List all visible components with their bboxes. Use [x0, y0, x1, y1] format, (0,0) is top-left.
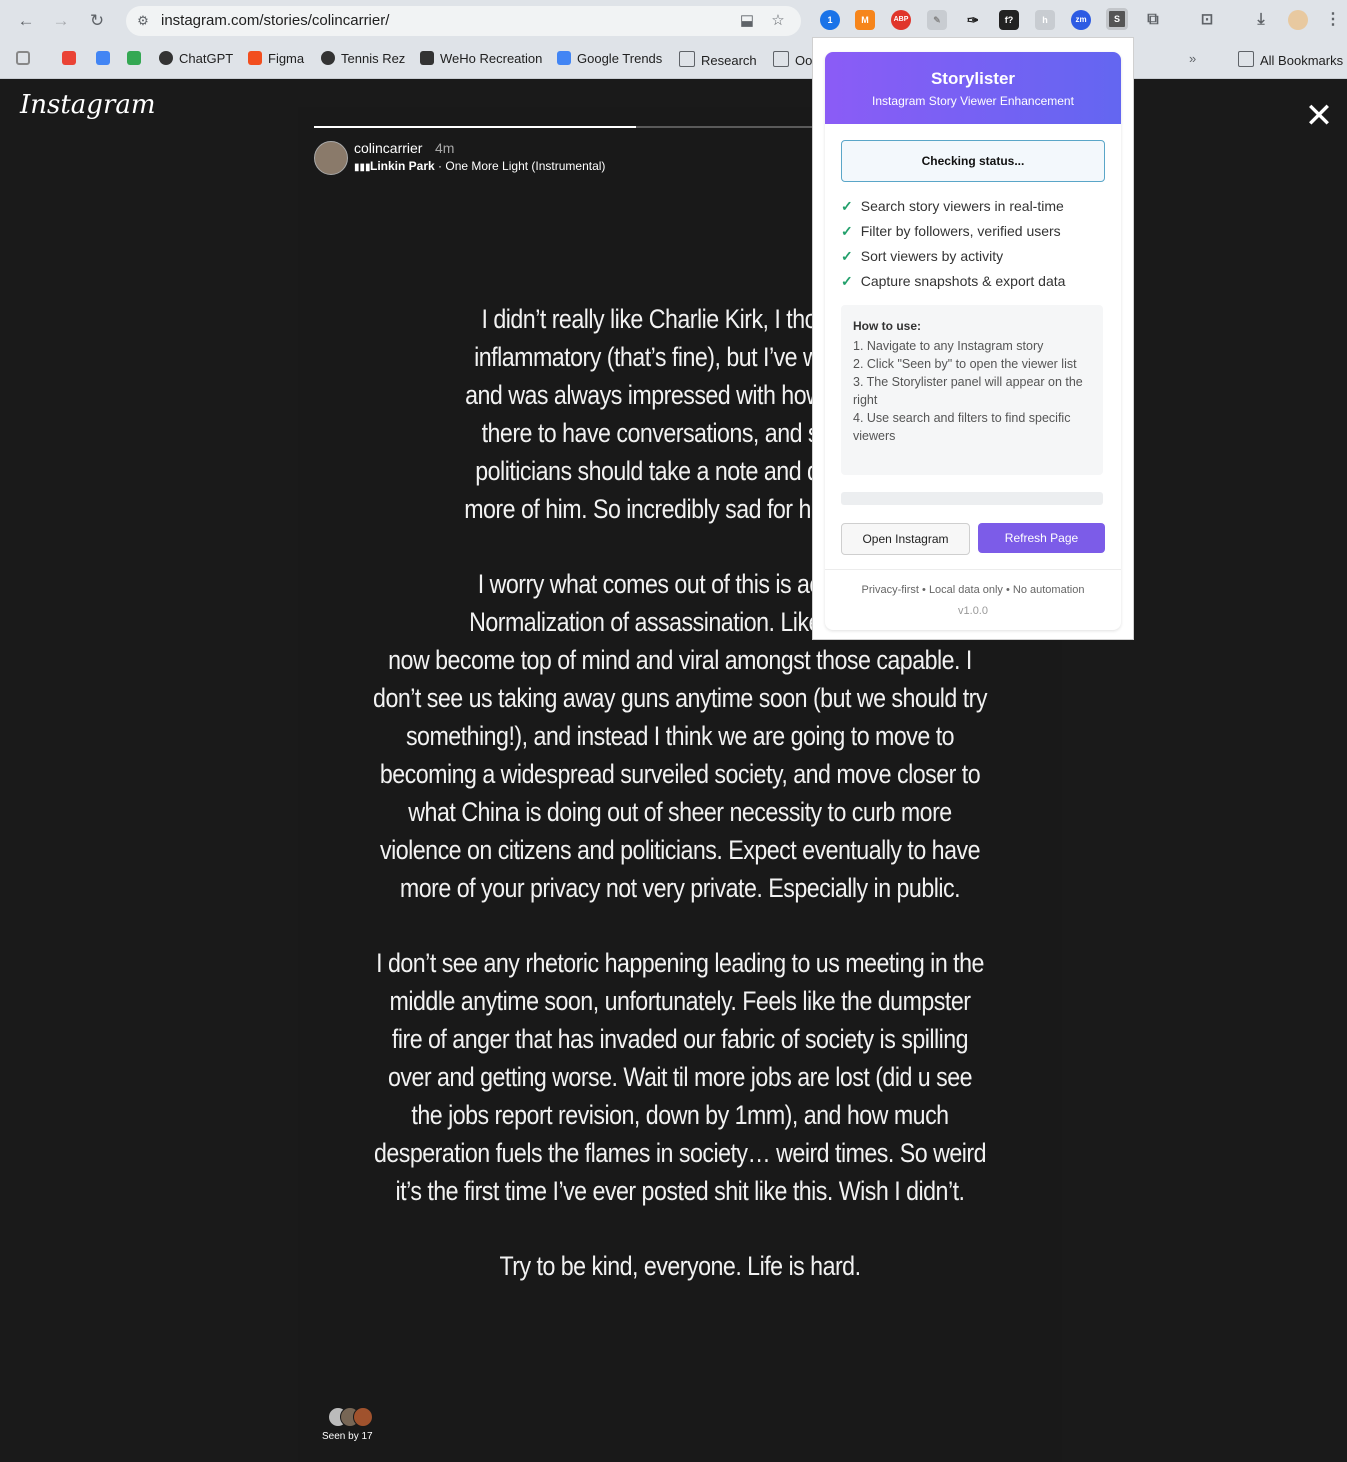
- pen-icon[interactable]: ✎: [927, 10, 947, 30]
- popup-title: Storylister: [930, 69, 1016, 88]
- adblock-icon[interactable]: ABP: [891, 10, 911, 30]
- tool-icon[interactable]: ✑: [963, 10, 983, 30]
- check-icon: ✓: [841, 223, 853, 239]
- calendar-icon[interactable]: [96, 51, 116, 66]
- refresh-page-button[interactable]: Refresh Page: [978, 523, 1105, 553]
- apps-icon[interactable]: [16, 51, 36, 66]
- url-text[interactable]: instagram.com/stories/colincarrier/: [161, 12, 389, 29]
- seen-by-button[interactable]: Seen by 17: [322, 1431, 373, 1442]
- install-icon[interactable]: ⬓: [738, 12, 756, 30]
- forward-icon[interactable]: →: [51, 11, 71, 31]
- hand-icon[interactable]: h: [1035, 10, 1055, 30]
- zoom-icon[interactable]: zm: [1071, 10, 1091, 30]
- drive-icon[interactable]: [127, 51, 147, 66]
- folder-icon: [773, 51, 789, 67]
- how-to-box: How to use: 1. Navigate to any Instagram…: [841, 305, 1103, 475]
- feature-item: ✓ Search story viewers in real-time: [841, 198, 1064, 214]
- avatar: [353, 1407, 373, 1427]
- loading-bar: [841, 492, 1103, 505]
- popup-card: Storylister Instagram Story Viewer Enhan…: [825, 52, 1121, 630]
- 1password-icon[interactable]: 1: [820, 10, 840, 30]
- puzzle-icon[interactable]: ⧉: [1143, 10, 1163, 30]
- formula-icon[interactable]: f?: [999, 10, 1019, 30]
- bookmark-figma[interactable]: Figma: [248, 51, 304, 66]
- check-icon: ✓: [841, 273, 853, 289]
- back-icon[interactable]: ←: [16, 11, 36, 31]
- avatar[interactable]: [314, 141, 348, 175]
- browser-toolbar: ← → ↻ ⚙ instagram.com/stories/colincarri…: [0, 0, 1347, 42]
- story-paragraph: Try to be kind, everyone. Life is hard.: [499, 1251, 861, 1281]
- weho-icon: [420, 51, 434, 65]
- figma-icon: [248, 51, 262, 65]
- popup-header: Storylister Instagram Story Viewer Enhan…: [825, 52, 1121, 124]
- bookmark-star-icon[interactable]: ☆: [769, 12, 787, 30]
- bookmarks-bar: ChatGPT Figma Tennis Rez WeHo Recreation…: [0, 42, 1347, 79]
- popup-subtitle: Instagram Story Viewer Enhancement: [872, 94, 1074, 108]
- storylister-icon[interactable]: S: [1106, 8, 1128, 30]
- tab-search-icon[interactable]: ⊡: [1197, 10, 1217, 30]
- reload-icon[interactable]: ↻: [87, 11, 107, 31]
- bookmark-oo[interactable]: Oo: [773, 51, 812, 68]
- check-icon: ✓: [841, 198, 853, 214]
- audio-bars-icon: ▮▮▮: [354, 162, 371, 173]
- bookmark-weho[interactable]: WeHo Recreation: [420, 51, 542, 66]
- site-info-icon[interactable]: ⚙: [135, 13, 151, 29]
- bookmark-research[interactable]: Research: [679, 51, 757, 68]
- feature-item: ✓ Sort viewers by activity: [841, 248, 1004, 264]
- bookmark-google-trends[interactable]: Google Trends: [557, 51, 662, 66]
- trends-icon: [557, 51, 571, 65]
- story-progress-fill: [314, 126, 637, 128]
- how-to-title: How to use:: [853, 319, 921, 333]
- divider: [825, 569, 1121, 570]
- chatgpt-icon: [159, 51, 173, 65]
- story-paragraph: I don’t see any rhetoric happening leadi…: [373, 948, 987, 1206]
- download-icon[interactable]: ⤓: [1251, 10, 1271, 30]
- address-bar[interactable]: ⚙ instagram.com/stories/colincarrier/ ⬓ …: [126, 6, 801, 36]
- gmail-icon[interactable]: [62, 51, 82, 66]
- music-track: One More Light (Instrumental): [445, 159, 606, 173]
- music-artist: Linkin Park: [370, 159, 435, 173]
- close-icon[interactable]: ✕: [1303, 99, 1335, 133]
- storylister-popup: Storylister Instagram Story Viewer Enhan…: [812, 37, 1134, 640]
- story-music[interactable]: ▮▮▮Linkin Park · One More Light (Instrum…: [354, 159, 605, 173]
- profile-avatar[interactable]: [1288, 10, 1308, 30]
- feature-item: ✓ Filter by followers, verified users: [841, 223, 1061, 239]
- chevron-right-icon[interactable]: »: [1189, 51, 1196, 66]
- open-instagram-button[interactable]: Open Instagram: [841, 523, 970, 555]
- folder-icon: [679, 51, 695, 67]
- popup-version: v1.0.0: [958, 605, 988, 617]
- story-username[interactable]: colincarrier: [354, 140, 422, 156]
- story-time: 4m: [435, 140, 455, 156]
- all-bookmarks[interactable]: All Bookmarks: [1238, 51, 1343, 68]
- feature-item: ✓ Capture snapshots & export data: [841, 273, 1066, 289]
- check-icon: ✓: [841, 248, 853, 264]
- bookmark-tennis-rez[interactable]: Tennis Rez: [321, 51, 405, 66]
- metamask-icon[interactable]: M: [855, 10, 875, 30]
- viewer-avatars[interactable]: [328, 1407, 374, 1427]
- status-badge: Checking status...: [841, 140, 1105, 182]
- menu-icon[interactable]: ⋮: [1323, 10, 1343, 30]
- instagram-logo[interactable]: Instagram: [20, 90, 156, 120]
- globe-icon: [321, 51, 335, 65]
- popup-footer: Privacy-first • Local data only • No aut…: [861, 584, 1085, 596]
- bookmark-chatgpt[interactable]: ChatGPT: [159, 51, 233, 66]
- folder-icon: [1238, 51, 1254, 67]
- how-to-steps: 1. Navigate to any Instagram story 2. Cl…: [853, 339, 1083, 443]
